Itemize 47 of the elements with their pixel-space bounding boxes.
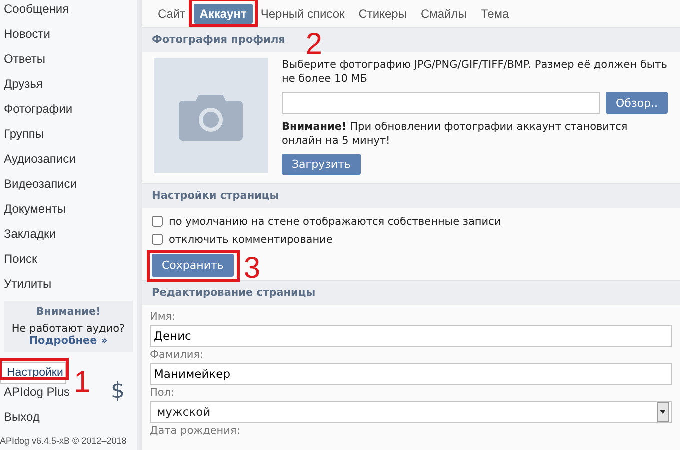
select-field[interactable]: мужской	[150, 401, 672, 423]
version-text: APIdog v6.4.5-xB © 2012–2018	[0, 436, 127, 447]
sidebar-item[interactable]: Новости	[0, 26, 54, 51]
field-label: Фамилия:	[150, 349, 205, 362]
sidebar-item[interactable]: Аудиозаписи	[0, 151, 80, 176]
annotation-number: 1	[74, 368, 91, 398]
sidebar-item[interactable]: Ответы	[0, 51, 50, 76]
checkbox-label: отключить комментирование	[169, 234, 333, 246]
sidebar-item[interactable]: Закладки	[0, 226, 60, 251]
sidebar-item[interactable]: Видеозаписи	[0, 176, 82, 201]
tab[interactable]: Сайт	[152, 4, 192, 24]
section-header: Настройки страницы	[142, 183, 680, 208]
file-field[interactable]	[282, 92, 600, 114]
upload-button[interactable]: Загрузить	[282, 154, 361, 175]
warning-text: Внимание! При обновлении фотографии аккаунт становится онлайн на 5 минут!	[282, 120, 629, 148]
notice-link[interactable]: Подробнее »	[29, 335, 108, 347]
notice-title: Внимание!	[36, 306, 101, 318]
tab[interactable]: Смайлы	[414, 4, 473, 24]
notice-text: Не работают аудио?	[12, 323, 126, 335]
sidebar-item[interactable]: Документы	[0, 201, 70, 226]
field-label: Имя:	[150, 311, 177, 324]
sidebar-item[interactable]: Сообщения	[0, 1, 74, 26]
input-field[interactable]: Манимейкер	[150, 363, 672, 385]
sidebar-item[interactable]: Выход	[0, 409, 44, 434]
section-header: Редактирование страницы	[142, 280, 680, 305]
annotation-number: 2	[306, 30, 322, 60]
checkbox-label: по умолчанию на стене отображаются собственные записи	[169, 216, 502, 228]
dollar-icon: $	[111, 380, 125, 404]
sidebar-item[interactable]: Утилиты	[0, 276, 56, 301]
tab[interactable]: Стикеры	[352, 4, 413, 24]
sidebar-item[interactable]: Фотографии	[0, 101, 77, 126]
upload-hint: Выберите фотографию JPG/PNG/GIF/TIFF/BMP. Размер её должен быть не более 10 МБ	[282, 58, 668, 86]
tab[interactable]: Аккаунт	[194, 4, 253, 24]
field-label: Пол:	[150, 387, 176, 400]
sidebar-item[interactable]: APIdog Plus	[0, 384, 74, 409]
sidebar-item[interactable]: Друзья	[0, 76, 47, 101]
sidebar-item[interactable]: Поиск	[0, 251, 42, 276]
tab[interactable]: Тема	[474, 4, 516, 24]
sidebar-item[interactable]: Группы	[0, 126, 48, 151]
browse-button[interactable]: Обзор..	[606, 92, 668, 114]
input-field[interactable]: Денис	[150, 325, 672, 347]
field-label: Дата рождения:	[150, 425, 242, 438]
highlight-frame	[0, 358, 70, 380]
tab[interactable]: Черный список	[254, 4, 351, 24]
checkbox[interactable]	[152, 234, 163, 245]
checkbox[interactable]	[152, 216, 163, 227]
save-button[interactable]: Сохранить	[152, 254, 234, 277]
